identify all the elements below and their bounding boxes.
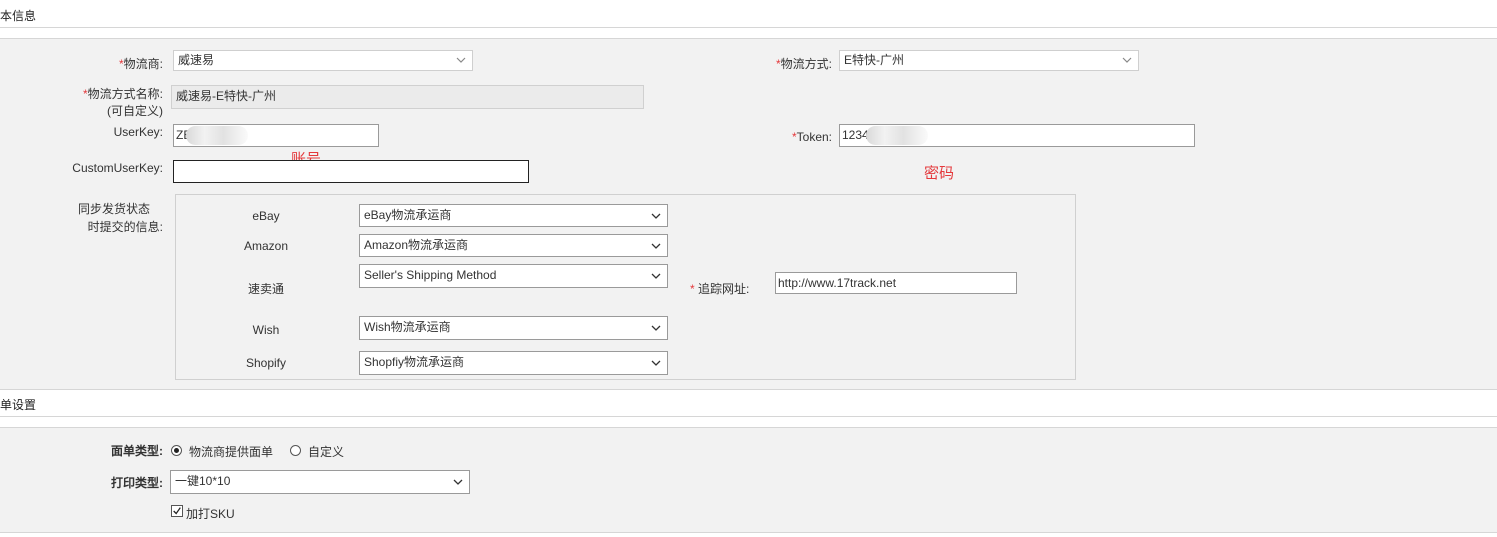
annotation-password: 密码: [924, 165, 955, 182]
section-title-order-settings: 单设置: [0, 398, 37, 412]
print-type-select[interactable]: 一键10*10: [170, 470, 470, 494]
chevron-down-icon: [651, 273, 661, 279]
chevron-down-icon: [651, 325, 661, 331]
userkey-label: UserKey:: [113, 125, 163, 139]
platform-name-shopify: Shopify: [245, 356, 287, 370]
chevron-down-icon: [651, 360, 661, 366]
platform-name-wish: Wish: [252, 323, 280, 337]
sync-label-line2: 时提交的信息:: [87, 220, 163, 234]
redaction-blur: [866, 126, 928, 145]
tracking-url-input[interactable]: http://www.17track.net: [775, 272, 1017, 294]
provider-label: *物流商:: [118, 57, 163, 71]
platform-name-aliexpress: 速卖通: [247, 282, 284, 296]
chevron-down-icon: [651, 243, 661, 249]
label-type-radio-provider[interactable]: [171, 445, 182, 456]
divider: [0, 27, 1497, 28]
chevron-down-icon: [456, 57, 466, 63]
platform-carrier-select-ebay[interactable]: eBay物流承运商: [359, 204, 668, 227]
divider: [0, 416, 1497, 417]
divider: [0, 389, 1497, 390]
customuserkey-input[interactable]: [173, 160, 529, 183]
token-input[interactable]: 1234: [839, 124, 1195, 147]
method-label: *物流方式:: [775, 57, 832, 71]
section-title-basic-info: 本信息: [0, 9, 37, 23]
userkey-input[interactable]: ZE: [173, 124, 379, 147]
customuserkey-label: CustomUserKey:: [72, 161, 163, 175]
label-type-radio-custom[interactable]: [290, 445, 301, 456]
sku-checkbox[interactable]: [171, 505, 183, 517]
platform-name-ebay: eBay: [252, 209, 280, 223]
print-type-label: 打印类型:: [111, 476, 163, 490]
label-type-option-provider: 物流商提供面单: [189, 445, 274, 459]
chevron-down-icon: [453, 479, 463, 485]
method-select[interactable]: E特快-广州: [839, 50, 1139, 71]
platform-carrier-select-shopify[interactable]: Shopfiy物流承运商: [359, 351, 668, 375]
token-label: *Token:: [791, 130, 832, 144]
sync-label-line1: 同步发货状态: [77, 202, 150, 216]
sku-checkbox-label: 加打SKU: [186, 507, 235, 521]
redaction-blur: [186, 126, 248, 145]
check-icon: [173, 507, 181, 515]
platform-name-amazon: Amazon: [243, 239, 289, 253]
method-name-sub-label: (可自定义): [107, 104, 163, 118]
provider-select[interactable]: 威速易: [173, 50, 473, 71]
label-type-option-custom: 自定义: [308, 445, 345, 459]
label-type-label: 面单类型:: [111, 444, 163, 458]
method-name-field[interactable]: 威速易-E特快-广州: [171, 85, 644, 109]
chevron-down-icon: [1122, 57, 1132, 63]
platform-carrier-select-aliexpress[interactable]: Seller's Shipping Method: [359, 264, 668, 288]
platform-carrier-select-wish[interactable]: Wish物流承运商: [359, 316, 668, 340]
method-name-label: *物流方式名称:: [82, 87, 163, 101]
chevron-down-icon: [651, 213, 661, 219]
tracking-url-label: * 追踪网址:: [690, 282, 750, 296]
platform-carrier-select-amazon[interactable]: Amazon物流承运商: [359, 234, 668, 257]
